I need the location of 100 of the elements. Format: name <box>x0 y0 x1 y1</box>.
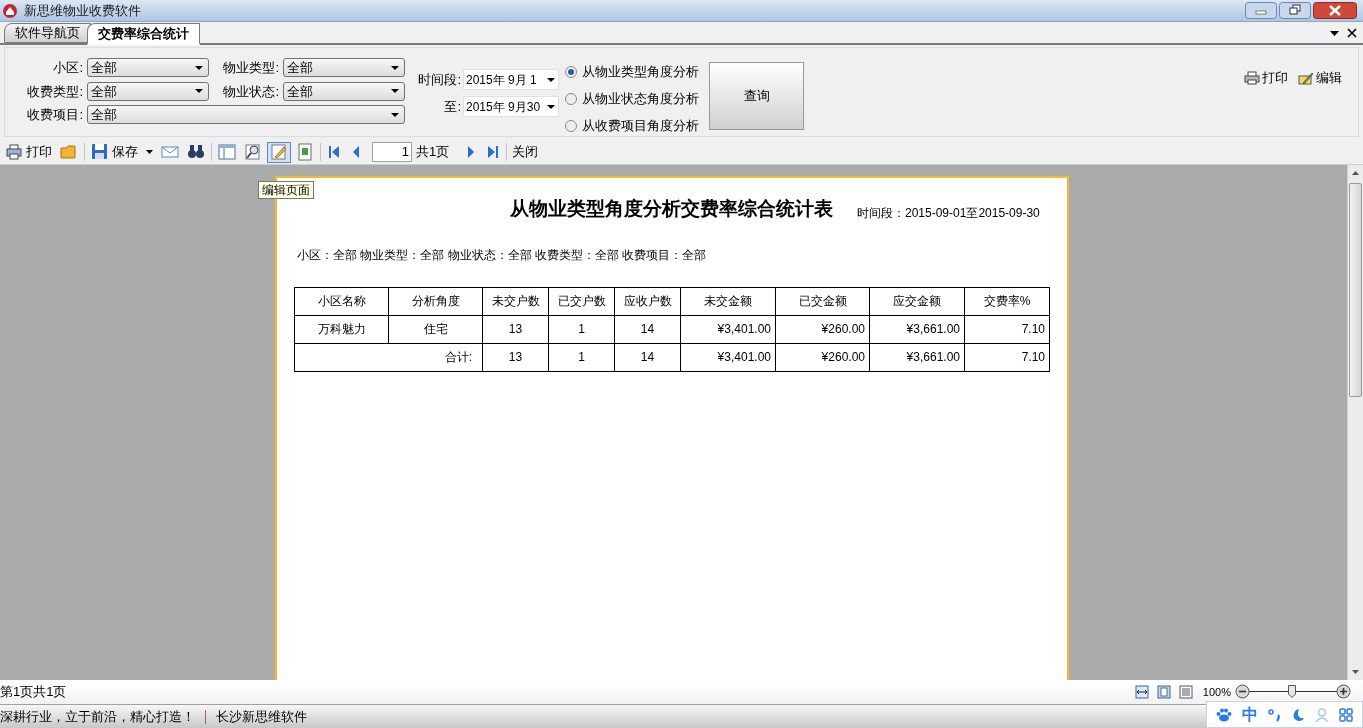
dropdown[interactable]: 全部 <box>283 58 405 78</box>
radio-option[interactable]: 从物业类型角度分析 <box>565 62 699 81</box>
field-label: 小区: <box>52 59 84 77</box>
radio-icon[interactable] <box>565 119 577 132</box>
report-criteria: 小区：全部 物业类型：全部 物业状态：全部 收费类型：全部 收费项目：全部 <box>297 246 708 264</box>
slider-thumb[interactable] <box>1288 685 1297 698</box>
column-header: 未交户数 <box>482 287 549 315</box>
caret-icon <box>391 89 399 94</box>
tab[interactable]: 交费率综合统计 <box>87 23 200 45</box>
minimize-button[interactable] <box>1245 2 1277 19</box>
last-page-icon[interactable] <box>487 145 500 159</box>
layout-icon <box>218 143 236 161</box>
query-button[interactable]: 查询 <box>709 62 804 130</box>
table-cell: 14 <box>614 315 681 343</box>
tooltip: 编辑页面 <box>258 181 314 199</box>
next-page-icon[interactable] <box>467 145 476 159</box>
dropdown[interactable]: 全部 <box>87 105 405 125</box>
date-picker[interactable]: 2015年 9月 1 <box>463 69 559 90</box>
table-cell: 14 <box>614 343 681 371</box>
first-page-icon[interactable] <box>328 145 340 159</box>
toolbar-button[interactable]: 保存 <box>88 141 141 163</box>
close-icon[interactable] <box>1347 28 1357 38</box>
print-button[interactable]: 打印 <box>1244 68 1288 88</box>
column-header: 应交金额 <box>869 287 965 315</box>
restore-button[interactable] <box>1279 2 1311 19</box>
column-header: 已交金额 <box>775 287 870 315</box>
radio-option[interactable]: 从物业状态角度分析 <box>565 89 699 108</box>
field-label: 时间段: <box>417 70 462 89</box>
paw-icon[interactable] <box>1215 707 1232 722</box>
scrollbar[interactable] <box>1347 165 1363 680</box>
date-picker[interactable]: 2015年 9月30 <box>463 96 559 117</box>
table-cell: ¥3,661.00 <box>869 343 965 371</box>
column-header: 分析角度 <box>388 287 483 315</box>
punctuation-icon[interactable] <box>1267 707 1282 722</box>
table-cell: 住宅 <box>388 315 483 343</box>
caret-icon <box>391 112 399 117</box>
tab[interactable]: 软件导航页 <box>4 23 91 43</box>
table-cell: 万科魅力 <box>294 315 389 343</box>
moon-icon[interactable] <box>1291 707 1306 722</box>
field-label: 物业类型: <box>222 59 280 77</box>
page-width-icon[interactable] <box>1134 685 1149 699</box>
binoculars-icon <box>187 143 205 161</box>
edit-button[interactable]: 编辑 <box>1298 68 1342 88</box>
column-header: 交费率% <box>964 287 1050 315</box>
company-name: 长沙新思维软件 <box>216 707 307 726</box>
scroll-down-icon[interactable] <box>1352 670 1359 674</box>
table-cell: ¥3,661.00 <box>869 315 965 343</box>
close-button[interactable] <box>1313 2 1357 19</box>
previous-page-icon[interactable] <box>352 145 360 159</box>
radio-icon[interactable] <box>565 65 577 78</box>
table-cell: ¥260.00 <box>775 315 870 343</box>
table-cell: ¥3,401.00 <box>680 315 776 343</box>
column-header: 小区名称 <box>294 287 389 315</box>
multi-page-icon[interactable] <box>1178 685 1193 699</box>
dropdown[interactable]: 全部 <box>283 81 405 101</box>
table-cell: 7.10 <box>964 343 1050 371</box>
zoom-out-icon[interactable] <box>1235 684 1250 699</box>
single-page-icon[interactable] <box>1156 685 1171 699</box>
page-count: 共1页 <box>416 143 450 162</box>
field-label: 至: <box>443 97 462 116</box>
radio-icon[interactable] <box>565 92 577 105</box>
column-header: 未交金额 <box>680 287 776 315</box>
caret-icon <box>391 65 399 70</box>
page-status: 第1页共1页 <box>0 683 67 702</box>
column-header: 应收户数 <box>614 287 681 315</box>
caret-icon[interactable] <box>146 150 153 154</box>
dropdown-icon[interactable] <box>1330 31 1339 36</box>
dropdown[interactable]: 全部 <box>87 81 209 101</box>
table-cell: ¥260.00 <box>775 343 870 371</box>
printer-icon <box>1244 70 1260 85</box>
field-label: 物业状态: <box>222 82 280 101</box>
caret-icon <box>547 104 555 109</box>
dropdown[interactable]: 全部 <box>87 58 209 78</box>
table-cell: 1 <box>548 315 615 343</box>
app-logo-icon <box>2 2 18 19</box>
close-link[interactable]: 关闭 <box>510 142 541 162</box>
zoom-level: 100% <box>1202 684 1231 700</box>
report-title: 从物业类型角度分析交费率综合统计表 <box>510 197 833 221</box>
scroll-up-icon[interactable] <box>1352 171 1359 175</box>
report-period: 时间段：2015-09-01至2015-09-30 <box>857 204 1040 222</box>
radio-option[interactable]: 从收费项目角度分析 <box>565 116 699 135</box>
grid-icon[interactable] <box>1339 707 1354 722</box>
window-title: 新思维物业收费软件 <box>24 1 141 20</box>
pencil-icon <box>1298 70 1314 85</box>
column-header: 已交户数 <box>548 287 615 315</box>
table-cell: 13 <box>482 343 549 371</box>
caret-icon <box>195 65 203 70</box>
page-number-field[interactable]: 1 <box>372 142 412 162</box>
caret-icon <box>195 89 203 94</box>
table-cell: 13 <box>482 315 549 343</box>
table-cell: 7.10 <box>964 315 1050 343</box>
pencil-icon <box>270 143 288 161</box>
folder-icon <box>60 143 78 161</box>
zoom-slider[interactable] <box>1235 684 1351 700</box>
ime-toolbar[interactable]: 中 <box>1206 701 1363 728</box>
field-label: 收费类型: <box>26 82 84 101</box>
ime-mode-toggle[interactable]: 中 <box>1241 702 1258 727</box>
toolbar-button[interactable]: 打印 <box>2 141 55 163</box>
caret-icon <box>547 77 555 82</box>
zoom-in-icon[interactable] <box>1336 684 1351 699</box>
